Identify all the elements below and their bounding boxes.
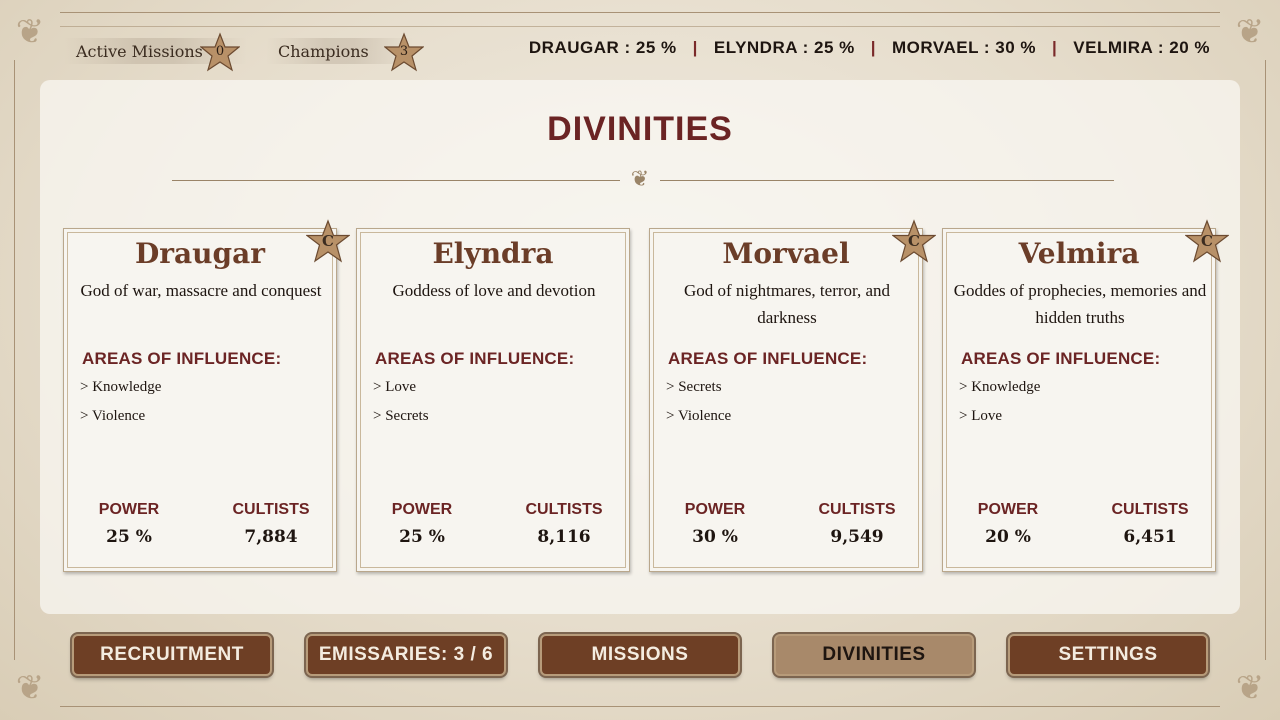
areas-of-influence-heading: AREAS OF INFLUENCE: — [668, 349, 868, 368]
frame-left-line — [14, 60, 15, 660]
divinity-card-elyndra[interactable]: Elyndra Goddess of love and devotion ARE… — [356, 228, 630, 572]
divinity-description: Goddes of prophecies, memories and hidde… — [953, 281, 1207, 327]
cultists-value: 9,549 — [830, 527, 884, 547]
title-divider-left — [172, 180, 620, 181]
cultists-label: CULTISTS — [525, 501, 603, 518]
influence-separator: | — [870, 38, 877, 57]
rank-letter: C — [322, 232, 334, 250]
cultists-stat: CULTISTS 9,549 — [802, 501, 912, 547]
cultists-stat: CULTISTS 7,884 — [216, 501, 326, 547]
area-item: Knowledge — [959, 379, 1040, 408]
influence-separator: | — [692, 38, 698, 57]
influence-morvael: MORVAEL : 30 % — [892, 38, 1036, 57]
title-ornament-icon: ❦ — [630, 167, 650, 192]
rank-letter: C — [908, 232, 920, 250]
power-stat: POWER 25 % — [367, 501, 477, 547]
areas-of-influence-list: Knowledge Love — [959, 379, 1040, 437]
mission-star-icon: 0 — [199, 32, 241, 72]
power-label: POWER — [391, 501, 453, 518]
divinity-card-velmira[interactable]: Velmira Goddes of prophecies, memories a… — [942, 219, 1230, 572]
cultists-stat: CULTISTS 6,451 — [1095, 501, 1205, 547]
active-missions-count: 0 — [215, 44, 225, 59]
power-value: 30 % — [692, 527, 738, 547]
divinity-description: God of war, massacre and conquest — [80, 281, 322, 300]
rank-star-icon: C — [1184, 219, 1230, 263]
divinity-description: Goddess of love and devotion — [392, 281, 596, 300]
divinity-name: Velmira — [1018, 237, 1140, 270]
areas-of-influence-list: Secrets Violence — [666, 379, 731, 437]
areas-of-influence-list: Love Secrets — [373, 379, 429, 437]
area-item: Secrets — [666, 379, 731, 408]
area-item: Secrets — [373, 408, 428, 437]
area-item: Violence — [80, 408, 161, 437]
influence-draugar: DRAUGAR : 25 % — [528, 38, 677, 57]
influence-elyndra: ELYNDRA : 25 % — [713, 38, 855, 57]
divinity-name: Draugar — [134, 237, 265, 270]
areas-of-influence-heading: AREAS OF INFLUENCE: — [961, 349, 1161, 368]
power-value: 25 % — [106, 527, 152, 547]
influence-separator: | — [1052, 38, 1058, 57]
cultists-label: CULTISTS — [232, 501, 310, 518]
power-stat: POWER 25 % — [74, 501, 184, 547]
rank-star-icon: C — [305, 219, 351, 263]
cultists-label: CULTISTS — [818, 501, 896, 518]
frame-top-line-inner — [60, 26, 1220, 27]
cultists-label: CULTISTS — [1111, 501, 1189, 518]
area-item: Love — [373, 379, 429, 408]
area-item: Knowledge — [80, 379, 161, 408]
champions-count: 3 — [399, 44, 409, 59]
rank-star-icon: C — [891, 219, 937, 263]
power-label: POWER — [98, 501, 160, 518]
areas-of-influence-heading: AREAS OF INFLUENCE: — [375, 349, 575, 368]
power-value: 20 % — [985, 527, 1031, 547]
influence-velmira: VELMIRA : 20 % — [1073, 38, 1210, 57]
cultists-stat: CULTISTS 8,116 — [509, 501, 619, 547]
divinity-name: Morvael — [722, 237, 850, 270]
power-stat: POWER 20 % — [953, 501, 1063, 547]
divinity-name: Elyndra — [432, 237, 554, 270]
power-label: POWER — [684, 501, 746, 518]
power-label: POWER — [977, 501, 1039, 518]
frame-right-line — [1265, 60, 1266, 660]
recruitment-button[interactable]: RECRUITMENT — [72, 634, 272, 676]
emissaries-button[interactable]: EMISSARIES: 3 / 6 — [306, 634, 506, 676]
corner-flourish-icon: ❦ — [1235, 12, 1265, 52]
corner-flourish-icon: ❦ — [1235, 668, 1265, 708]
divinities-button[interactable]: DIVINITIES — [774, 634, 974, 676]
cultists-value: 6,451 — [1123, 527, 1177, 547]
cultists-value: 7,884 — [244, 527, 298, 547]
divinity-description: God of nightmares, terror, and darkness — [683, 281, 891, 327]
areas-of-influence-list: Knowledge Violence — [80, 379, 161, 437]
area-item: Love — [959, 408, 1040, 437]
divinity-card-morvael[interactable]: Morvael God of nightmares, terror, and d… — [649, 219, 937, 572]
power-value: 25 % — [399, 527, 445, 547]
page-title: DIVINITIES — [547, 110, 733, 148]
influence-summary: DRAUGAR : 25 % | ELYNDRA : 25 % | MORVAE… — [529, 38, 1210, 58]
area-item: Violence — [666, 408, 731, 437]
power-stat: POWER 30 % — [660, 501, 770, 547]
corner-flourish-icon: ❦ — [15, 668, 45, 708]
frame-bottom-line — [60, 706, 1220, 707]
corner-flourish-icon: ❦ — [15, 12, 45, 52]
champion-star-icon: 3 — [383, 32, 425, 72]
frame-top-line — [60, 12, 1220, 13]
rank-letter: C — [1201, 232, 1213, 250]
missions-button[interactable]: MISSIONS — [540, 634, 740, 676]
settings-button[interactable]: SETTINGS — [1008, 634, 1208, 676]
cultists-value: 8,116 — [537, 527, 591, 547]
divinity-card-draugar[interactable]: Draugar God of war, massacre and conques… — [63, 219, 351, 572]
areas-of-influence-heading: AREAS OF INFLUENCE: — [82, 349, 282, 368]
title-divider-right — [660, 180, 1114, 181]
